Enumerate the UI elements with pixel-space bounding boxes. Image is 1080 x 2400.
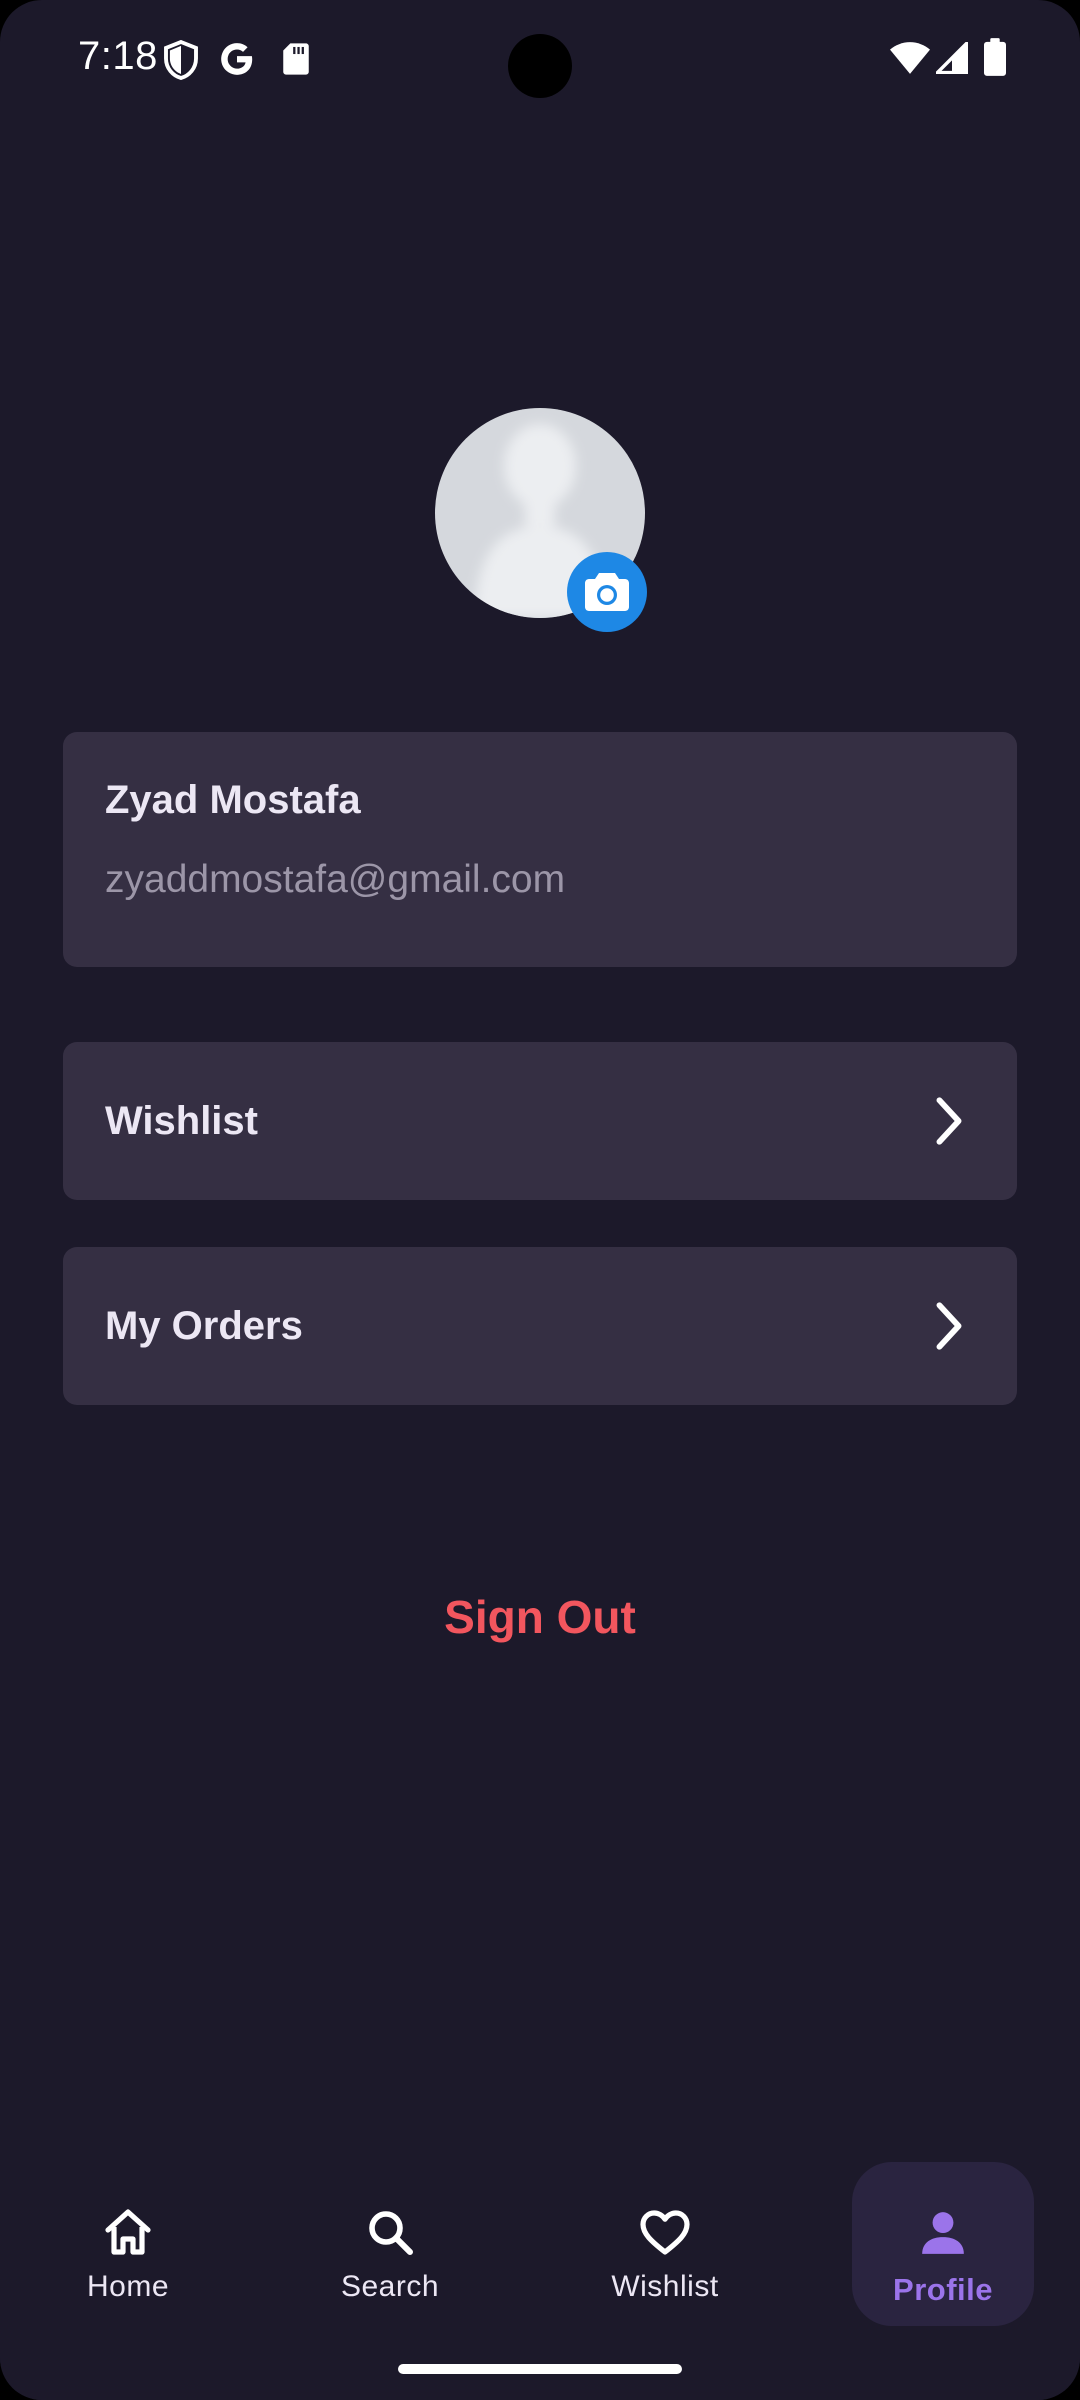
menu-item-label: My Orders bbox=[105, 1303, 303, 1348]
nav-label-search: Search bbox=[340, 2270, 440, 2303]
user-name: Zyad Mostafa bbox=[105, 778, 361, 822]
battery-icon bbox=[984, 38, 1006, 76]
sign-out-button[interactable]: Sign Out bbox=[0, 1590, 1080, 1644]
person-icon bbox=[922, 2212, 964, 2254]
bottom-navigation-bar: Home Search Wishlist Profile bbox=[0, 2140, 1080, 2400]
sd-card-icon bbox=[283, 43, 309, 75]
change-photo-button[interactable] bbox=[567, 552, 647, 632]
user-email: zyaddmostafa@gmail.com bbox=[105, 858, 566, 901]
heart-icon bbox=[640, 2210, 690, 2255]
nav-label-wishlist: Wishlist bbox=[611, 2270, 719, 2303]
profile-screen: 7:18 Zyad Mostafa zyaddmostafa@gmail.com… bbox=[0, 0, 1080, 2400]
chevron-right-icon bbox=[936, 1302, 962, 1350]
signal-icon bbox=[936, 42, 968, 74]
status-bar: 7:18 bbox=[0, 0, 1080, 120]
google-icon bbox=[221, 43, 253, 75]
user-info-card: Zyad Mostafa zyaddmostafa@gmail.com bbox=[63, 732, 1017, 967]
nav-item-search[interactable]: Search bbox=[300, 2162, 480, 2326]
nav-label-profile: Profile bbox=[893, 2272, 993, 2307]
menu-item-label: Wishlist bbox=[105, 1098, 258, 1143]
menu-item-my-orders[interactable]: My Orders bbox=[63, 1247, 1017, 1405]
profile-avatar-section bbox=[435, 408, 647, 632]
front-camera-cutout bbox=[508, 34, 572, 98]
nav-item-home[interactable]: Home bbox=[38, 2162, 218, 2326]
wifi-icon bbox=[890, 42, 930, 74]
chevron-right-icon bbox=[936, 1097, 962, 1145]
nav-item-profile[interactable]: Profile bbox=[852, 2162, 1034, 2326]
search-icon bbox=[369, 2211, 413, 2255]
nav-item-wishlist[interactable]: Wishlist bbox=[575, 2162, 755, 2326]
home-icon bbox=[105, 2209, 151, 2255]
menu-item-wishlist[interactable]: Wishlist bbox=[63, 1042, 1017, 1200]
status-time: 7:18 bbox=[78, 34, 158, 78]
nav-label-home: Home bbox=[86, 2270, 170, 2303]
shield-icon bbox=[164, 40, 198, 80]
home-indicator[interactable] bbox=[398, 2364, 682, 2374]
camera-icon bbox=[585, 573, 629, 611]
